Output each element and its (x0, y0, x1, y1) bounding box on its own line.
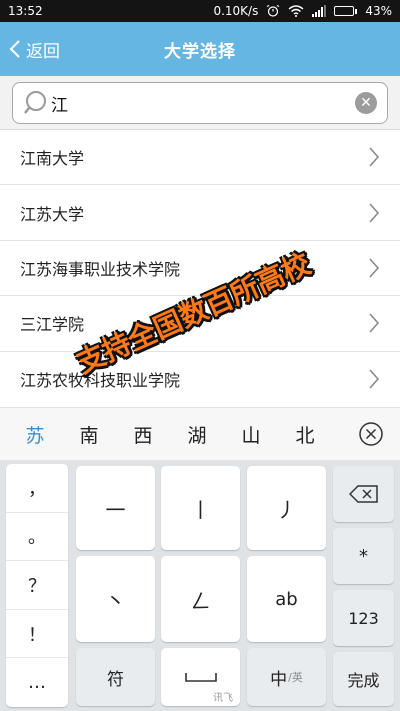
language-toggle-key[interactable]: 中/英 讯飞 (213, 648, 326, 706)
status-time: 13:52 (8, 4, 43, 18)
keyboard: ， 。 ？ ！ … 一 丨 丿 丶 ㄥ ab * 123 符 中/英 讯飞 完成 (0, 460, 400, 711)
numbers-key[interactable]: 123 (333, 590, 394, 646)
backspace-button[interactable] (333, 466, 394, 522)
chevron-right-icon (369, 203, 380, 223)
symbol-key[interactable]: 符 (76, 648, 155, 706)
stroke-heng-key[interactable]: 一 (76, 466, 155, 550)
lang-sub: /英 (288, 671, 303, 684)
chevron-right-icon (369, 147, 380, 167)
star-key[interactable]: * (333, 528, 394, 584)
search-box[interactable]: ✕ (12, 82, 388, 124)
search-icon (24, 91, 46, 114)
chevron-right-icon (369, 313, 380, 333)
list-item-label: 江南大学 (20, 149, 85, 169)
lang-main: 中 (270, 669, 288, 690)
punct-key[interactable]: ？ (6, 561, 68, 610)
status-indicators: 0.10K/s 43% (213, 4, 392, 18)
done-button[interactable]: 完成 (333, 652, 394, 706)
candidate-word[interactable]: 苏 (8, 421, 62, 448)
list-item[interactable]: 江南大学 (0, 130, 400, 186)
brand-label: 讯飞 (213, 693, 233, 704)
list-item[interactable]: 江苏大学 (0, 185, 400, 241)
list-item[interactable]: 江苏农牧科技职业学院 (0, 352, 400, 407)
clear-icon[interactable]: ✕ (355, 92, 377, 114)
candidate-word[interactable]: 湖 (170, 421, 224, 448)
back-button[interactable]: 返回 (8, 22, 60, 76)
backspace-icon (348, 485, 378, 503)
battery-percent: 43% (365, 4, 392, 18)
space-icon (184, 673, 217, 682)
stroke-zhe-key[interactable]: ㄥ (161, 556, 240, 642)
candidate-word[interactable]: 山 (224, 421, 278, 448)
wifi-icon (288, 5, 304, 17)
punctuation-column[interactable]: ， 。 ？ ！ … (6, 464, 68, 707)
chevron-right-icon (369, 258, 380, 278)
alarm-icon (267, 5, 280, 17)
candidate-bar: 苏 南 西 湖 山 北 (0, 407, 400, 460)
punct-key[interactable]: ！ (6, 610, 68, 659)
punct-key[interactable]: … (6, 658, 68, 707)
list-item-label: 江苏大学 (20, 204, 85, 224)
list-item[interactable]: 三江学院 (0, 296, 400, 352)
stroke-dian-key[interactable]: 丶 (76, 556, 155, 642)
list-item-label: 三江学院 (20, 315, 85, 335)
list-item[interactable]: 江苏海事职业技术学院 (0, 241, 400, 297)
stroke-pie-key[interactable]: 丿 (247, 466, 326, 550)
page-title: 大学选择 (164, 41, 236, 62)
search-area: ✕ (0, 76, 400, 130)
punct-key[interactable]: ， (6, 464, 68, 513)
candidate-word[interactable]: 西 (116, 421, 170, 448)
back-label: 返回 (26, 41, 60, 62)
status-bar: 13:52 0.10K/s 43% (0, 0, 400, 22)
candidate-word[interactable]: 北 (278, 421, 332, 448)
network-speed: 0.10K/s (213, 4, 259, 18)
list-item-label: 江苏海事职业技术学院 (20, 259, 181, 279)
candidate-word[interactable]: 南 (62, 421, 116, 448)
chevron-right-icon (369, 369, 380, 389)
signal-icon (312, 5, 327, 17)
ab-key[interactable]: ab (247, 556, 326, 642)
close-circle-icon[interactable] (358, 421, 384, 447)
result-list: 江南大学 江苏大学 江苏海事职业技术学院 三江学院 江苏农牧科技职业学院 (0, 130, 400, 407)
chevron-left-icon (9, 40, 20, 58)
title-bar: 返回 大学选择 (0, 22, 400, 76)
battery-icon (334, 6, 358, 16)
list-item-label: 江苏农牧科技职业学院 (20, 371, 181, 391)
punct-key[interactable]: 。 (6, 513, 68, 562)
stroke-shu-key[interactable]: 丨 (161, 466, 240, 550)
search-input[interactable] (51, 93, 355, 113)
